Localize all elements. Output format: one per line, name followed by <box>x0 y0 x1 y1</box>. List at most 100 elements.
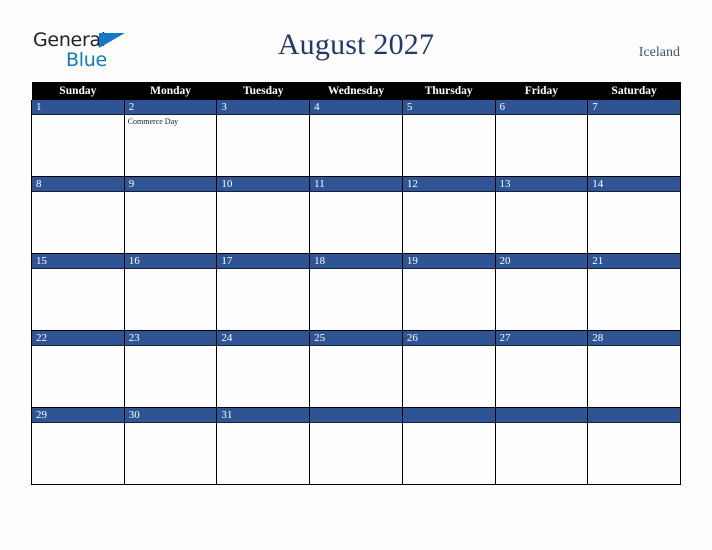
day-number: 2 <box>124 100 217 115</box>
calendar-day-cell[interactable]: 3 <box>216 100 311 177</box>
day-number: 28 <box>588 331 680 346</box>
calendar-day-cell[interactable]: 25 <box>309 330 403 408</box>
calendar-day-cell[interactable]: 19 <box>401 253 496 331</box>
calendar-day-cell[interactable]: 26 <box>401 330 496 408</box>
calendar-day-cell[interactable]: 6 <box>494 100 589 177</box>
weekday-header-monday: Monday <box>124 82 217 100</box>
day-events <box>403 346 495 348</box>
day-events <box>125 423 217 425</box>
day-events <box>32 423 124 425</box>
day-events <box>403 115 495 117</box>
weekday-header-friday: Friday <box>495 82 588 100</box>
calendar-day-cell[interactable]: 10 <box>216 176 311 254</box>
day-events <box>310 115 402 117</box>
day-number: 30 <box>124 408 217 423</box>
day-events <box>310 269 402 271</box>
day-number <box>310 408 402 423</box>
calendar-day-cell[interactable]: 23 <box>123 330 218 408</box>
day-events <box>217 269 309 271</box>
day-number <box>495 408 588 423</box>
page-header: General Blue August 2027 Iceland <box>0 0 712 84</box>
calendar-day-cell[interactable]: 27 <box>494 330 589 408</box>
calendar-day-cell[interactable]: 16 <box>123 253 218 331</box>
day-number: 15 <box>32 254 124 269</box>
weekday-header-wednesday: Wednesday <box>309 82 403 100</box>
calendar-day-cell[interactable] <box>401 407 496 485</box>
calendar-day-cell[interactable]: 2 Commerce Day <box>123 100 218 177</box>
day-events <box>588 423 680 425</box>
day-number: 27 <box>495 331 588 346</box>
calendar-day-cell[interactable]: 13 <box>494 176 589 254</box>
day-number: 17 <box>217 254 310 269</box>
calendar-day-cell[interactable]: 1 <box>31 100 125 177</box>
calendar-day-cell[interactable]: 29 <box>31 407 125 485</box>
day-number: 19 <box>402 254 495 269</box>
day-number: 6 <box>495 100 588 115</box>
calendar-day-cell[interactable]: 15 <box>31 253 125 331</box>
day-number: 10 <box>217 177 310 192</box>
calendar-day-cell[interactable]: 31 <box>216 407 311 485</box>
calendar-day-cell[interactable]: 8 <box>31 176 125 254</box>
day-number: 25 <box>310 331 402 346</box>
weekday-header-saturday: Saturday <box>587 82 681 100</box>
calendar-day-cell[interactable]: 21 <box>587 253 681 331</box>
calendar-week-row: 29 30 31 <box>31 407 681 485</box>
calendar-day-cell[interactable]: 22 <box>31 330 125 408</box>
calendar-day-cell[interactable]: 14 <box>587 176 681 254</box>
day-number <box>588 408 680 423</box>
day-number: 7 <box>588 100 680 115</box>
day-number: 21 <box>588 254 680 269</box>
day-events <box>403 192 495 194</box>
calendar-day-cell[interactable]: 5 <box>401 100 496 177</box>
day-events <box>403 423 495 425</box>
day-events <box>496 115 588 117</box>
day-number: 12 <box>402 177 495 192</box>
calendar-day-cell[interactable]: 18 <box>309 253 403 331</box>
calendar-day-cell[interactable]: 7 <box>587 100 681 177</box>
calendar-grid: Sunday Monday Tuesday Wednesday Thursday… <box>31 82 681 485</box>
day-events <box>125 269 217 271</box>
calendar-day-cell[interactable]: 30 <box>123 407 218 485</box>
region-label: Iceland <box>638 45 680 60</box>
day-events <box>125 192 217 194</box>
day-number: 18 <box>310 254 402 269</box>
day-number <box>402 408 495 423</box>
calendar-day-cell[interactable]: 9 <box>123 176 218 254</box>
day-number: 11 <box>310 177 402 192</box>
day-number: 20 <box>495 254 588 269</box>
day-number: 24 <box>217 331 310 346</box>
day-number: 1 <box>32 100 124 115</box>
day-events <box>32 346 124 348</box>
holiday-event-label: Commerce Day <box>127 117 179 126</box>
day-number: 23 <box>124 331 217 346</box>
calendar-header-row: Sunday Monday Tuesday Wednesday Thursday… <box>31 82 681 100</box>
day-events <box>217 423 309 425</box>
day-events <box>310 192 402 194</box>
weekday-header-sunday: Sunday <box>31 82 125 100</box>
day-number: 26 <box>402 331 495 346</box>
calendar-day-cell[interactable]: 17 <box>216 253 311 331</box>
calendar-day-cell[interactable]: 24 <box>216 330 311 408</box>
calendar-day-cell[interactable]: 28 <box>587 330 681 408</box>
day-events <box>125 346 217 348</box>
day-number: 13 <box>495 177 588 192</box>
calendar-day-cell[interactable] <box>309 407 403 485</box>
day-events <box>496 346 588 348</box>
calendar-day-cell[interactable]: 4 <box>309 100 403 177</box>
day-events <box>588 192 680 194</box>
calendar-day-cell[interactable] <box>494 407 589 485</box>
calendar-week-row: 1 2 Commerce Day 3 4 5 6 7 <box>31 100 681 177</box>
day-events <box>32 115 124 117</box>
day-events: Commerce Day <box>125 115 217 127</box>
calendar-day-cell[interactable]: 12 <box>401 176 496 254</box>
calendar-day-cell[interactable] <box>587 407 681 485</box>
calendar-body: 1 2 Commerce Day 3 4 5 6 7 8 9 10 11 12 13 14 15 16 17 18 1… <box>31 100 681 485</box>
day-number: 3 <box>217 100 310 115</box>
day-number: 5 <box>402 100 495 115</box>
weekday-header-thursday: Thursday <box>402 82 496 100</box>
day-number: 31 <box>217 408 310 423</box>
day-number: 16 <box>124 254 217 269</box>
day-events <box>217 192 309 194</box>
calendar-day-cell[interactable]: 11 <box>309 176 403 254</box>
calendar-day-cell[interactable]: 20 <box>494 253 589 331</box>
